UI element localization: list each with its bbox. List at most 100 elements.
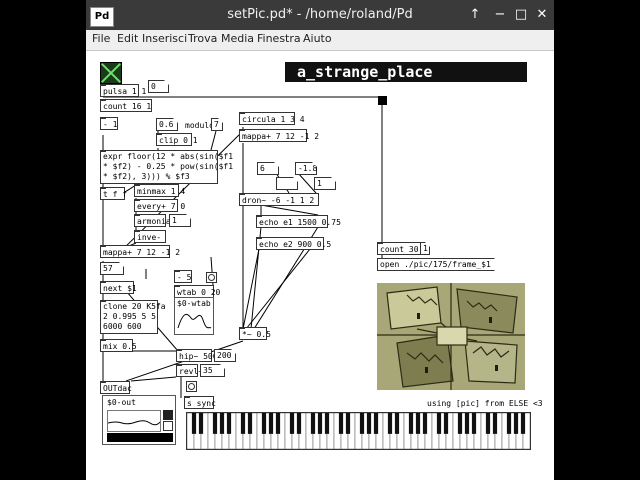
obj-clip[interactable]: clip 0 1	[156, 133, 198, 146]
obj-hip[interactable]: hip~ 500	[176, 349, 218, 362]
menu-window[interactable]: Finestra	[257, 32, 301, 45]
obj-pulsa[interactable]: pulsa 1 1	[100, 84, 146, 97]
piano-black-key[interactable]	[492, 413, 498, 434]
menu-bar: File Edit Inserisci Trova Media Finestra…	[86, 30, 554, 51]
credit-comment: using [pic] from ELSE <3	[427, 399, 543, 408]
obj-count-16[interactable]: count 16 1	[100, 99, 152, 112]
menu-edit[interactable]: Edit	[117, 32, 138, 45]
piano-black-key[interactable]	[240, 413, 246, 434]
out-volume-slider[interactable]	[107, 433, 173, 442]
piano-black-key[interactable]	[485, 413, 491, 434]
number-box-57[interactable]: 57	[100, 262, 124, 275]
up-arrow-icon[interactable]: ↑	[467, 7, 483, 23]
minimize-button[interactable]: −	[492, 7, 508, 23]
piano-black-key[interactable]	[268, 413, 274, 434]
obj-dron[interactable]: dron~ -6 -1 1 2	[239, 193, 319, 206]
piano-black-key[interactable]	[408, 413, 414, 434]
out-toggle-2[interactable]	[163, 421, 173, 431]
obj-next[interactable]: next $1	[100, 281, 137, 294]
obj-mappa-1[interactable]: mappa+ 7 12 -1 2	[100, 245, 180, 258]
obj-minus-5[interactable]: - 5	[174, 270, 192, 283]
obj-inve[interactable]: inve-	[134, 230, 166, 243]
number-box-1[interactable]: 1	[314, 177, 336, 190]
menu-find[interactable]: Trova	[188, 32, 217, 45]
number-box-200[interactable]: 200	[214, 349, 236, 362]
obj-outdac[interactable]: OUTdac	[100, 381, 132, 394]
number-box-blank[interactable]	[276, 177, 298, 190]
piano-black-key[interactable]	[289, 413, 295, 434]
pd-patch-window: Pd setPic.pd* - /home/roland/Pd ↑ − □ ✕ …	[86, 0, 554, 480]
piano-black-key[interactable]	[310, 413, 316, 434]
title-bar[interactable]: Pd setPic.pd* - /home/roland/Pd ↑ − □ ✕	[86, 0, 554, 30]
obj-sync[interactable]: s sync	[184, 396, 216, 409]
obj-clone[interactable]: clone 20 K5fa 2 0.995 5 5 6000 600	[100, 300, 166, 334]
menu-file[interactable]: File	[92, 32, 110, 45]
piano-black-key[interactable]	[212, 413, 218, 434]
piano-black-key[interactable]	[520, 413, 526, 434]
piano-black-key[interactable]	[443, 413, 449, 434]
piano-black-key[interactable]	[513, 413, 519, 434]
piano-black-key[interactable]	[296, 413, 302, 434]
piano-black-key[interactable]	[247, 413, 253, 434]
obj-echo-2[interactable]: echo e2 900 0.5	[256, 237, 331, 250]
piano-black-key[interactable]	[457, 413, 463, 434]
obj-armonia[interactable]: armonia	[134, 214, 171, 227]
piano-black-key[interactable]	[471, 413, 477, 434]
bang-sync[interactable]	[186, 381, 197, 392]
menu-help[interactable]: Aiuto	[303, 32, 332, 45]
obj-every[interactable]: every+ 7 0	[134, 199, 185, 212]
piano-black-key[interactable]	[345, 413, 351, 434]
piano-black-key[interactable]	[324, 413, 330, 434]
piano-black-key[interactable]	[338, 413, 344, 434]
wtab-graph: $0-wtab	[174, 297, 214, 335]
obj-revl[interactable]: revl~	[176, 364, 203, 377]
out-mute-toggle[interactable]	[163, 410, 173, 420]
bang-wtab[interactable]	[206, 272, 217, 283]
piano-black-key[interactable]	[464, 413, 470, 434]
number-box-6[interactable]: 6	[257, 162, 279, 175]
obj-expr[interactable]: expr floor(12 * abs(sin($f1 * $f2) - 0.2…	[100, 150, 233, 184]
obj-t-f-f[interactable]: t f f	[100, 187, 127, 200]
piano-black-key[interactable]	[261, 413, 267, 434]
piano-black-key[interactable]	[359, 413, 365, 434]
number-box-0-6[interactable]: 0.6	[156, 118, 178, 131]
msg-open-frame[interactable]: open ./pic/175/frame_$1.gif	[377, 258, 495, 271]
piano-black-key[interactable]	[415, 413, 421, 434]
piano-black-key[interactable]	[366, 413, 372, 434]
piano-black-key[interactable]	[422, 413, 428, 434]
patch-title-comment: a_strange_place	[285, 62, 527, 82]
close-button[interactable]: ✕	[534, 7, 550, 23]
label-out: $0-out	[107, 398, 136, 407]
obj-mix[interactable]: mix 0.5	[100, 339, 137, 352]
piano-black-key[interactable]	[436, 413, 442, 434]
obj-count-30[interactable]: count 30 1	[377, 242, 428, 255]
piano-keyboard[interactable]	[186, 412, 531, 450]
piano-black-key[interactable]	[275, 413, 281, 434]
menu-insert[interactable]: Inserisci	[142, 32, 187, 45]
obj-mappa-2[interactable]: mappa+ 7 12 -1 2	[239, 129, 319, 142]
window-title: setPic.pd* - /home/roland/Pd	[227, 7, 413, 22]
menu-media[interactable]: Media	[221, 32, 254, 45]
piano-black-key[interactable]	[226, 413, 232, 434]
obj-echo-1[interactable]: echo e1 1500 0.75	[256, 215, 341, 228]
obj-minmax[interactable]: minmax 1 4	[134, 184, 185, 197]
toggle-x[interactable]	[100, 62, 122, 84]
number-box-armonia[interactable]: 1	[169, 214, 191, 227]
piano-black-key[interactable]	[191, 413, 197, 434]
number-box-neg-1-8[interactable]: -1.8	[295, 162, 317, 175]
number-box-35[interactable]: 35	[200, 364, 225, 377]
bang-big[interactable]	[378, 96, 387, 105]
number-box-0[interactable]: 0	[148, 80, 169, 93]
piano-black-key[interactable]	[219, 413, 225, 434]
piano-black-key[interactable]	[198, 413, 204, 434]
patch-canvas[interactable]: a_strange_place 0 pulsa 1 1 count 16 1 -…	[86, 51, 554, 480]
obj-circula[interactable]: circula 1 3 4	[239, 112, 305, 125]
piano-black-key[interactable]	[387, 413, 393, 434]
obj-minus-1[interactable]: - 1	[100, 117, 118, 130]
obj-multiply[interactable]: *~ 0.5	[239, 327, 271, 340]
piano-black-key[interactable]	[317, 413, 323, 434]
piano-black-key[interactable]	[506, 413, 512, 434]
piano-black-key[interactable]	[373, 413, 379, 434]
piano-black-key[interactable]	[394, 413, 400, 434]
maximize-button[interactable]: □	[513, 7, 529, 23]
